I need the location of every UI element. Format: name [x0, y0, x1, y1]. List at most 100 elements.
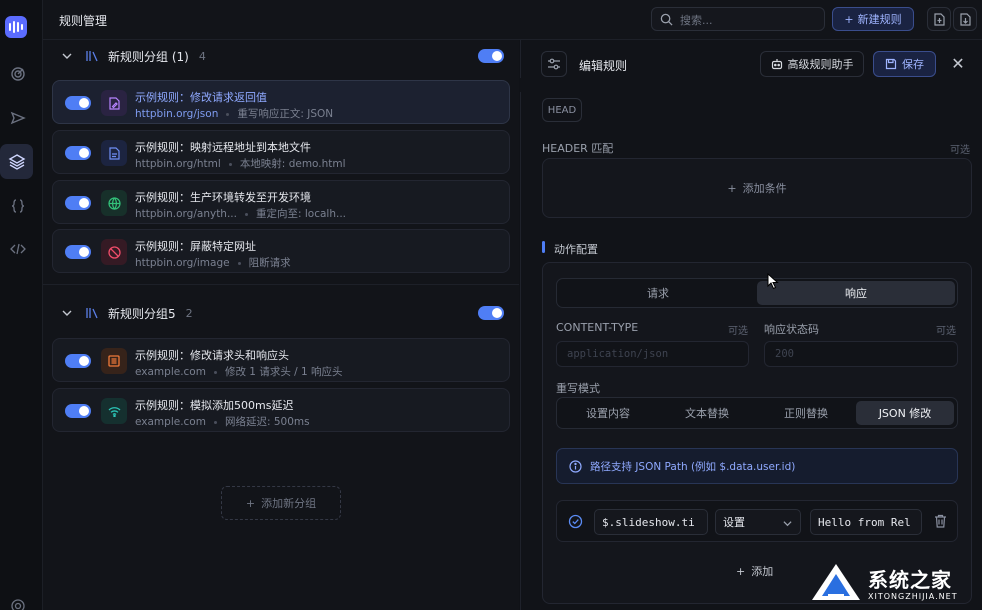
new-rule-label: 新建规则 — [857, 13, 902, 26]
export-button[interactable] — [953, 7, 977, 31]
group-header[interactable]: 新规则分组5 2 — [52, 298, 510, 328]
code-icon[interactable] — [4, 235, 32, 263]
icon-rail — [0, 0, 43, 610]
chevron-down-icon[interactable] — [62, 51, 72, 61]
rule-meta: httpbin.org/anyth... 重定向至: localh... — [135, 208, 346, 220]
add-condition-button[interactable]: + 添加条件 — [542, 158, 972, 218]
rule-name: 示例规则：映射远程地址到本地文件 — [135, 141, 311, 154]
watermark-text: 系统之家 — [868, 568, 952, 592]
action-config-box — [542, 262, 972, 604]
watermark-logo-icon — [812, 564, 860, 600]
chevron-down-icon — [783, 521, 792, 527]
content-type-label: CONTENT-TYPE — [556, 321, 639, 334]
save-button[interactable]: 保存 — [873, 51, 936, 77]
header-match-label: HEADER 匹配 — [542, 142, 614, 155]
search-placeholder: 搜索... — [680, 14, 713, 27]
rule-toggle[interactable] — [65, 96, 91, 110]
rule-name: 示例规则：修改请求头和响应头 — [135, 349, 289, 362]
check-circle-icon[interactable] — [568, 514, 583, 529]
settings-gear-icon[interactable] — [4, 592, 32, 610]
close-icon[interactable]: ✕ — [949, 54, 967, 73]
chevron-down-icon[interactable] — [62, 308, 72, 318]
content-type-input[interactable]: application/json — [556, 341, 749, 367]
mode-text-replace[interactable]: 文本替换 — [658, 401, 756, 425]
optional-tag: 可选 — [728, 326, 748, 337]
rewrite-mode-tabs: 设置内容 文本替换 正则替换 JSON 修改 — [556, 397, 958, 429]
edit-panel-title: 编辑规则 — [579, 59, 628, 73]
send-icon[interactable] — [4, 104, 32, 132]
trash-icon[interactable] — [934, 514, 947, 528]
watermark-subtext: XITONGZHIJIA.NET — [868, 592, 958, 601]
plus-icon: + — [727, 181, 737, 195]
assistant-label: 高级规则助手 — [787, 58, 854, 71]
json-path-input[interactable]: $.slideshow.ti — [594, 509, 708, 535]
group-title: 新规则分组5 — [108, 306, 176, 321]
rule-item[interactable]: 示例规则：修改请求头和响应头 example.com 修改 1 请求头 / 1 响… — [52, 338, 510, 382]
group-title: 新规则分组 (1) — [108, 49, 189, 64]
layers-icon[interactable] — [0, 144, 33, 179]
rule-name: 示例规则：模拟添加500ms延迟 — [135, 399, 294, 412]
tab-request[interactable]: 请求 — [559, 281, 757, 305]
info-text: 路径支持 JSON Path (例如 $.data.user.id) — [590, 460, 796, 473]
mode-regex-replace[interactable]: 正则替换 — [757, 401, 855, 425]
rule-item[interactable]: 示例规则：模拟添加500ms延迟 example.com 网络延迟: 500ms — [52, 388, 510, 432]
robot-icon — [771, 59, 782, 70]
rule-toggle[interactable] — [65, 354, 91, 368]
add-condition-label: 添加条件 — [742, 182, 787, 195]
rule-item[interactable]: 示例规则：修改请求返回值 httpbin.org/json 重写响应正文: JSO… — [52, 80, 510, 124]
file-import-icon — [934, 12, 945, 26]
file-export-icon — [960, 12, 971, 26]
page-title: 规则管理 — [59, 14, 108, 28]
rule-item[interactable]: 示例规则：映射远程地址到本地文件 httpbin.org/html 本地映射: d… — [52, 130, 510, 174]
advanced-assistant-button[interactable]: 高级规则助手 — [760, 51, 864, 77]
rule-meta: example.com 网络延迟: 500ms — [135, 416, 310, 428]
rewrite-mode-label: 重写模式 — [556, 382, 600, 395]
json-value-input[interactable]: Hello from Rel — [810, 509, 922, 535]
status-code-input[interactable]: 200 — [764, 341, 958, 367]
rule-toggle[interactable] — [65, 245, 91, 259]
info-icon — [569, 459, 582, 473]
request-response-tabs: 请求 响应 — [556, 278, 958, 308]
mode-set-content[interactable]: 设置内容 — [559, 401, 657, 425]
rule-meta: httpbin.org/json 重写响应正文: JSON — [135, 108, 334, 120]
group-count: 4 — [198, 49, 206, 63]
rule-name: 示例规则：生产环境转发至开发环境 — [135, 191, 311, 204]
optional-tag: 可选 — [936, 326, 956, 337]
optional-tag: 可选 — [950, 145, 970, 156]
add-group-button[interactable]: + 添加新分组 — [221, 486, 341, 520]
rule-toggle[interactable] — [65, 146, 91, 160]
rule-meta: httpbin.org/image 阻断请求 — [135, 257, 291, 269]
method-chip[interactable]: HEAD — [542, 98, 582, 122]
rule-name: 示例规则：屏蔽特定网址 — [135, 240, 256, 253]
plus-icon: + — [245, 496, 256, 510]
save-icon — [885, 58, 897, 70]
group-toggle[interactable] — [478, 49, 504, 63]
import-button[interactable] — [927, 7, 951, 31]
globe-icon — [101, 190, 127, 216]
rule-toggle[interactable] — [65, 404, 91, 418]
braces-icon[interactable] — [4, 192, 32, 220]
rule-toggle[interactable] — [65, 196, 91, 210]
add-label: 添加 — [751, 565, 774, 578]
mode-json-modify[interactable]: JSON 修改 — [856, 401, 954, 425]
add-json-rule-button[interactable]: + 添加 — [736, 563, 773, 579]
search-input[interactable]: 搜索... — [651, 7, 825, 31]
new-rule-button[interactable]: + 新建规则 — [832, 7, 914, 31]
rule-item[interactable]: 示例规则：生产环境转发至开发环境 httpbin.org/anyth... 重定向… — [52, 180, 510, 224]
plus-icon: + — [844, 12, 854, 26]
app-logo-icon — [5, 16, 27, 38]
group-toggle[interactable] — [478, 306, 504, 320]
radar-icon[interactable] — [4, 60, 32, 88]
scroll-fade — [520, 78, 982, 92]
operation-value: 设置 — [723, 516, 745, 529]
action-config-label: 动作配置 — [554, 243, 598, 256]
json-path-info: 路径支持 JSON Path (例如 $.data.user.id) — [556, 448, 958, 484]
rule-item[interactable]: 示例规则：屏蔽特定网址 httpbin.org/image 阻断请求 — [52, 229, 510, 273]
status-code-label: 响应状态码 — [764, 323, 819, 336]
wifi-icon — [101, 398, 127, 424]
block-icon — [101, 239, 127, 265]
json-modify-row: $.slideshow.ti 设置 Hello from Rel — [556, 500, 958, 542]
operation-select[interactable]: 设置 — [715, 509, 801, 535]
tab-response[interactable]: 响应 — [757, 281, 955, 305]
group-header[interactable]: 新规则分组 (1) 4 — [52, 41, 510, 71]
